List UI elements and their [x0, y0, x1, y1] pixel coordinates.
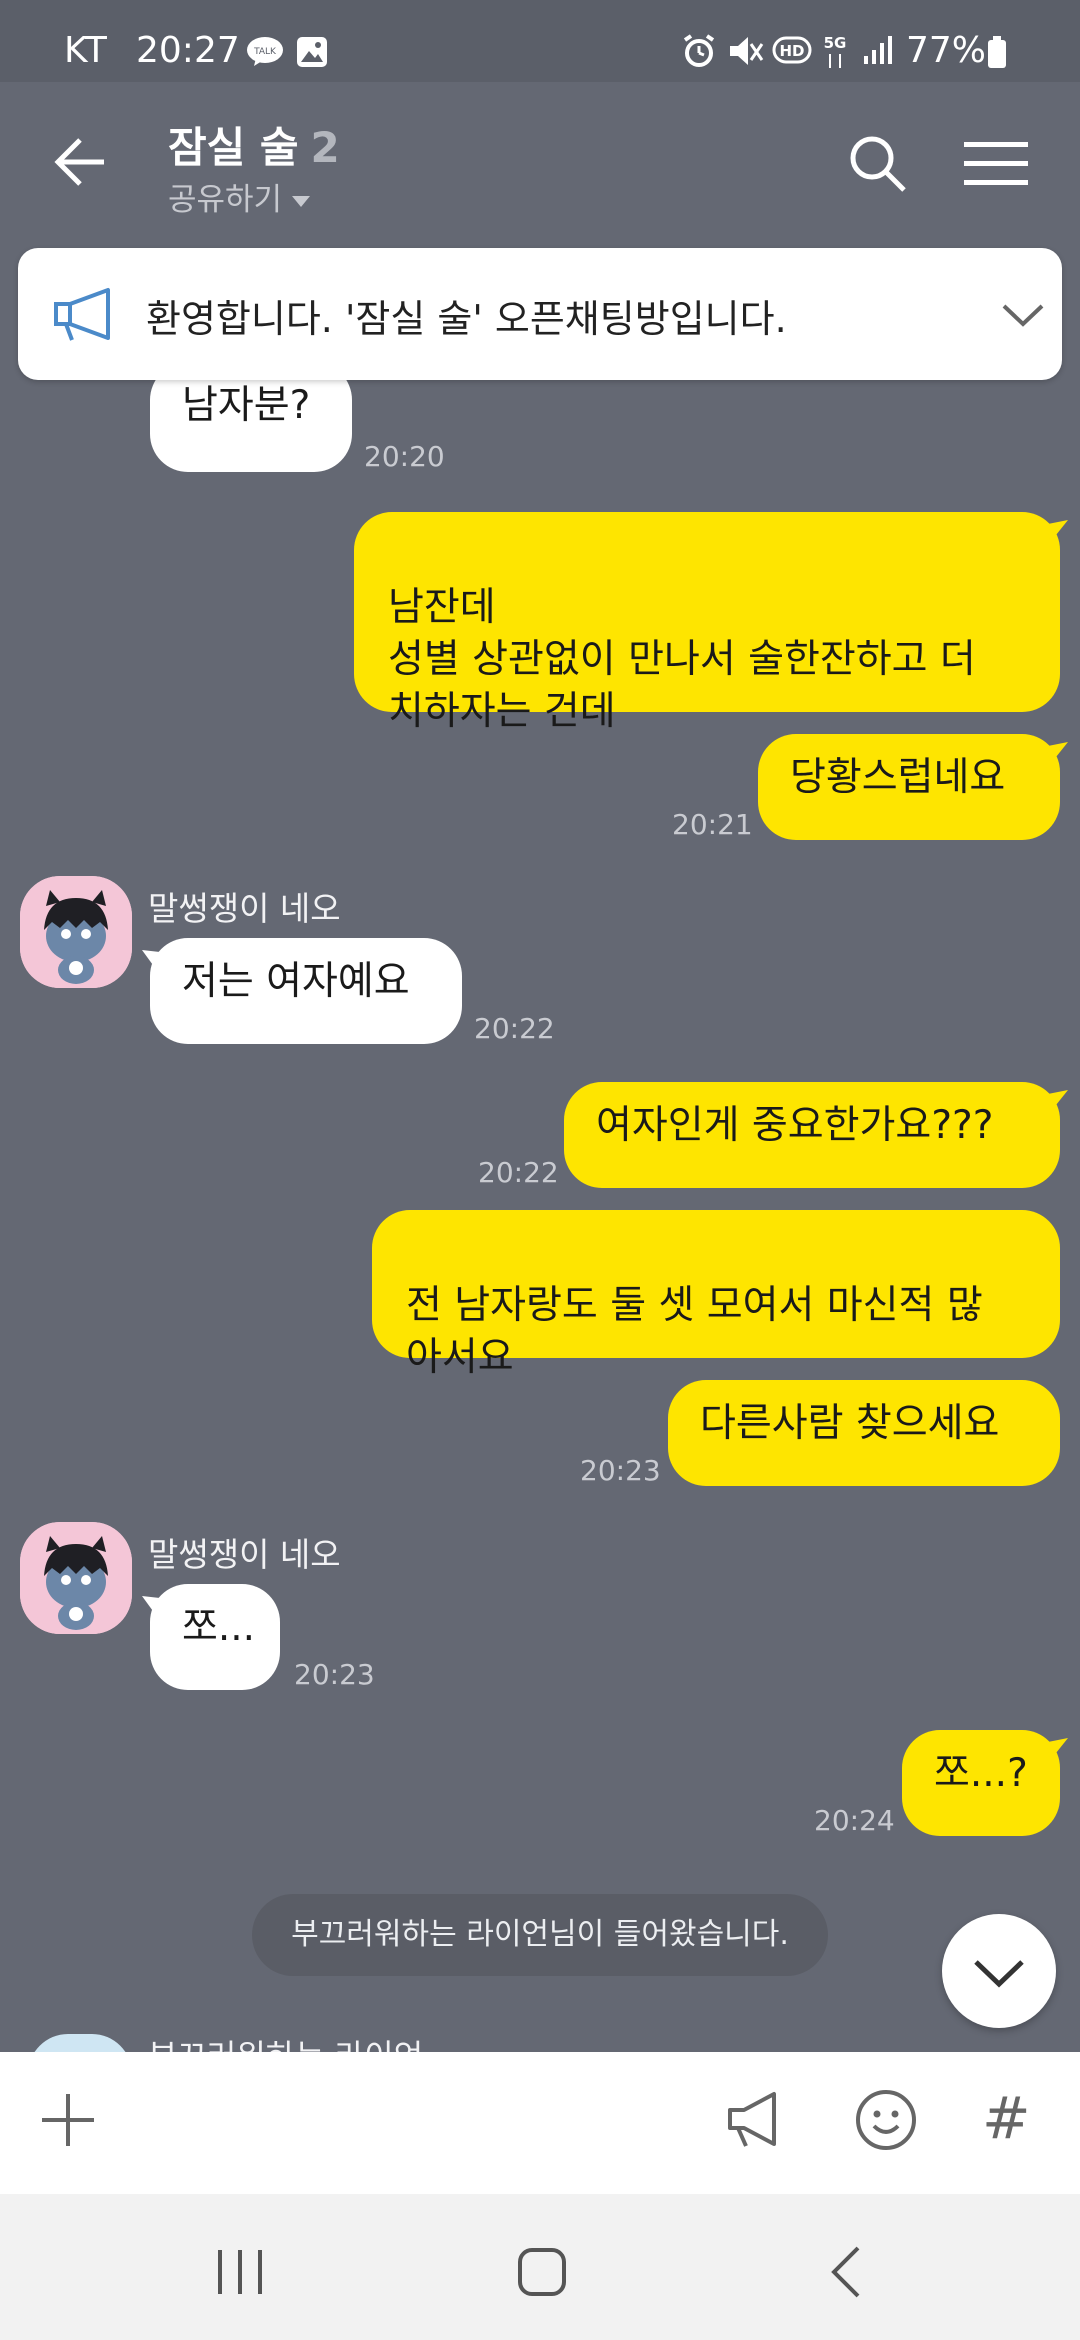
megaphone-icon[interactable] [724, 2088, 786, 2150]
menu-icon[interactable] [964, 140, 1028, 188]
message-bubble-incoming[interactable]: 쪼... [150, 1584, 280, 1690]
message-text: 저는 여자예요 [182, 959, 410, 1004]
home-icon[interactable] [512, 2244, 572, 2300]
battery-icon [988, 36, 1006, 68]
svg-text:TALK: TALK [253, 47, 277, 57]
message-text: 남자분? [182, 383, 311, 428]
message-bubble-incoming[interactable]: 저는 여자예요 [150, 938, 462, 1044]
message-text: 쪼...? [934, 1751, 1028, 1796]
message-time: 20:23 [294, 1658, 375, 1691]
system-message-text: 부끄러워하는 라이언님이 들어왔습니다. [291, 1917, 789, 1952]
plus-icon[interactable] [38, 2090, 98, 2150]
neo-avatar-icon [20, 1522, 132, 1634]
chevron-down-icon[interactable] [1000, 298, 1046, 332]
message-text: 여자인게 중요한가요??? [596, 1103, 994, 1148]
back-arrow-icon[interactable] [52, 132, 112, 192]
battery-percentage: 77% [906, 30, 987, 71]
message-bubble-outgoing[interactable]: 당황스럽네요 [758, 734, 1060, 840]
chat-header: 잠실 술2 공유하기 [0, 82, 1080, 232]
scroll-to-bottom-button[interactable] [942, 1914, 1056, 2028]
recent-apps-icon[interactable] [210, 2244, 270, 2300]
message-bubble-outgoing[interactable]: 다른사람 찾으세요 [668, 1380, 1060, 1486]
message-text: 다른사람 찾으세요 [700, 1401, 1000, 1446]
message-bubble-outgoing[interactable]: 쪼...? [902, 1730, 1060, 1836]
chevron-down-icon [974, 1960, 1024, 1988]
input-bar: # [0, 2052, 1080, 2194]
chat-title-text: 잠실 술 [168, 123, 299, 172]
avatar[interactable] [20, 876, 132, 988]
search-icon[interactable] [848, 134, 908, 194]
5g-icon: 5G [824, 34, 847, 68]
neo-avatar-icon [20, 876, 132, 988]
status-bar: KT 20:27 TALK HD 5G 77% [0, 0, 1080, 82]
message-bubble-outgoing[interactable]: 전 남자랑도 둘 셋 모여서 마신적 많 아서요 [372, 1210, 1060, 1380]
hashtag-icon[interactable]: # [982, 2084, 1031, 2152]
system-nav-bar [0, 2194, 1080, 2340]
message-bubble-outgoing[interactable]: 남잔데 성별 상관없이 만나서 술한잔하고 더 치하자는 건데 [354, 512, 1060, 734]
svg-text:HD: HD [779, 42, 804, 60]
message-time: 20:22 [474, 1012, 555, 1045]
message-text: 전 남자랑도 둘 셋 모여서 마신적 많 아서요 [406, 1283, 983, 1380]
signal-icon [864, 36, 892, 64]
status-time: 20:27 [136, 30, 240, 71]
message-time: 20:21 [672, 808, 753, 841]
notice-banner[interactable]: 환영합니다. '잠실 술' 오픈채팅방입니다. [18, 248, 1062, 380]
alarm-icon [683, 34, 715, 67]
notice-text: 환영합니다. '잠실 술' 오픈채팅방입니다. [146, 297, 787, 341]
hd-icon: HD [772, 36, 812, 64]
sender-name: 말썽쟁이 네오 [148, 889, 341, 928]
message-time: 20:23 [580, 1454, 661, 1487]
avatar[interactable] [20, 1522, 132, 1634]
message-time: 20:24 [814, 1804, 895, 1837]
back-nav-icon[interactable] [818, 2244, 878, 2300]
sender-name: 말썽쟁이 네오 [148, 1535, 341, 1574]
carrier-label: KT [64, 30, 107, 71]
mute-icon [730, 37, 764, 65]
chat-title: 잠실 술2 [168, 114, 340, 175]
megaphone-icon [54, 288, 110, 341]
caret-down-icon [292, 196, 311, 207]
message-text: 당황스럽네요 [790, 755, 1006, 800]
member-count: 2 [310, 123, 340, 172]
message-text: 쪼... [182, 1605, 256, 1650]
emoticon-icon[interactable] [854, 2088, 918, 2152]
message-time: 20:20 [364, 440, 445, 473]
message-bubble-outgoing[interactable]: 여자인게 중요한가요??? [564, 1082, 1060, 1188]
image-notification-icon [297, 37, 327, 67]
share-label: 공유하기 [168, 182, 283, 218]
svg-text:5G: 5G [824, 34, 847, 52]
message-text: 남잔데 성별 상관없이 만나서 술한잔하고 더 치하자는 건데 [388, 585, 976, 734]
system-message: 부끄러워하는 라이언님이 들어왔습니다. [252, 1894, 828, 1976]
message-time: 20:22 [478, 1156, 559, 1189]
share-dropdown[interactable]: 공유하기 [168, 174, 311, 219]
talk-notification-icon: TALK [247, 37, 283, 66]
